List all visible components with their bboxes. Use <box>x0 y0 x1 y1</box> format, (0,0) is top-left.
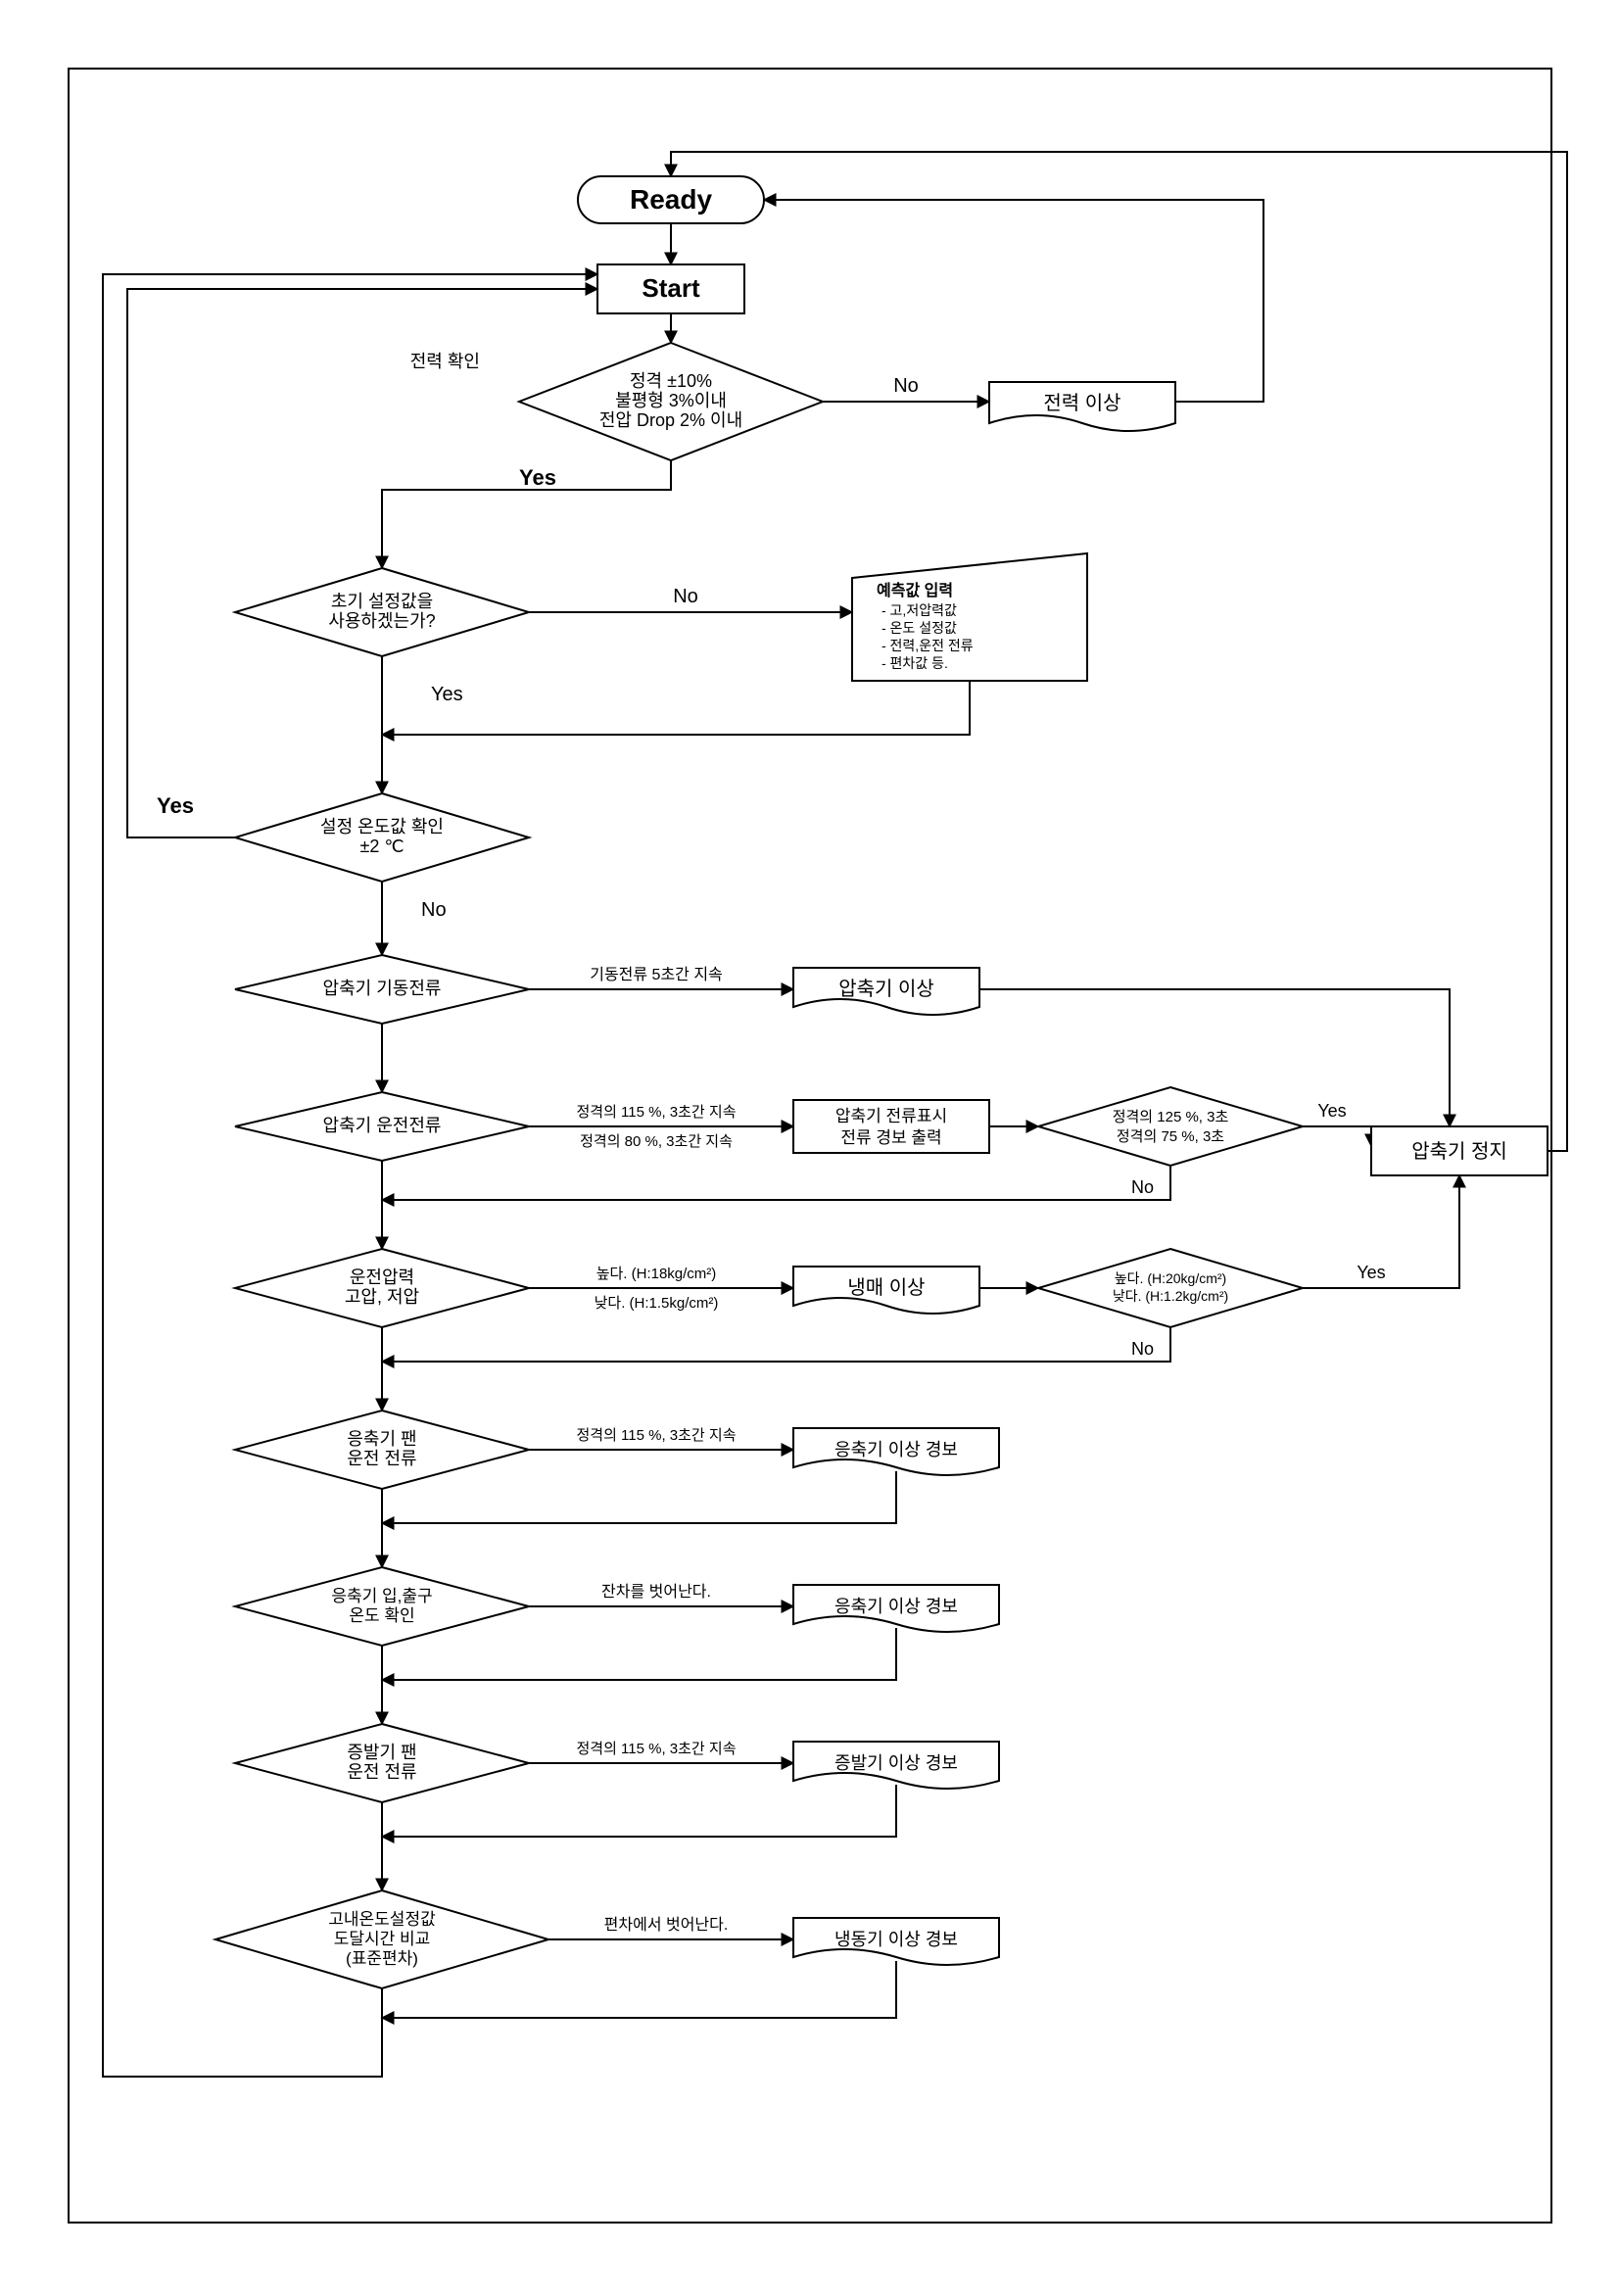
node-cond-fan: 응축기 팬 운전 전류 <box>235 1411 529 1489</box>
svg-text:응축기 이상 경보: 응축기 이상 경보 <box>834 1440 958 1459</box>
svg-text:낮다. (H:1.5kg/cm²): 낮다. (H:1.5kg/cm²) <box>595 1295 719 1312</box>
yes-label-5: Yes <box>1357 1263 1385 1282</box>
no-label-3: No <box>421 899 447 921</box>
node-evap-alarm: 증발기 이상 경보 <box>793 1742 999 1789</box>
svg-text:불평형 3%이내: 불평형 3%이내 <box>615 391 727 410</box>
svg-text:잔차를 벗어난다.: 잔차를 벗어난다. <box>601 1583 711 1601</box>
node-power-abnormal: 전력 이상 <box>989 382 1175 431</box>
svg-text:설정 온도값 확인: 설정 온도값 확인 <box>320 817 444 837</box>
svg-text:응축기 입,출구: 응축기 입,출구 <box>331 1587 432 1605</box>
svg-text:압축기 기동전류: 압축기 기동전류 <box>323 979 442 998</box>
flowchart: Ready Start 정격 ±10% 불평형 3%이내 전압 Drop 2% … <box>0 0 1620 2291</box>
node-cond-alarm1: 응축기 이상 경보 <box>793 1428 999 1475</box>
svg-text:정격의 115 %, 3초간 지속: 정격의 115 %, 3초간 지속 <box>576 1427 736 1444</box>
yes-label-3: Yes <box>157 793 194 818</box>
start-current-label: 기동전류 5초간 지속 <box>590 966 723 983</box>
node-ready: Ready <box>578 176 764 223</box>
svg-text:- 편차값 등.: - 편차값 등. <box>881 655 948 671</box>
svg-text:사용하겠는가?: 사용하겠는가? <box>328 611 435 631</box>
svg-text:전압 Drop 2% 이내: 전압 Drop 2% 이내 <box>599 410 742 430</box>
node-press2: 높다. (H:20kg/cm²) 낮다. (H:1.2kg/cm²) <box>1038 1249 1303 1327</box>
svg-text:낮다. (H:1.2kg/cm²): 낮다. (H:1.2kg/cm²) <box>1113 1288 1228 1304</box>
node-comp-stop: 압축기 정지 <box>1371 1126 1548 1175</box>
node-comp-abnormal: 압축기 이상 <box>793 968 979 1015</box>
node-ref-abnormal: 냉매 이상 <box>793 1267 979 1314</box>
svg-text:정격의 115 %, 3초간 지속: 정격의 115 %, 3초간 지속 <box>576 1104 736 1121</box>
no-label-4: No <box>1131 1177 1154 1197</box>
svg-text:정격의 75 %, 3초: 정격의 75 %, 3초 <box>1117 1128 1224 1145</box>
svg-text:압축기 정지: 압축기 정지 <box>1411 1140 1507 1163</box>
svg-text:(표준편차): (표준편차) <box>346 1949 418 1968</box>
svg-text:전류 경보 출력: 전류 경보 출력 <box>840 1128 941 1147</box>
start-label: Start <box>642 273 700 303</box>
svg-text:운전압력: 운전압력 <box>350 1268 414 1287</box>
node-oper-press: 운전압력 고압, 저압 <box>235 1249 529 1327</box>
svg-text:초기 설정값을: 초기 설정값을 <box>331 592 433 611</box>
svg-text:압축기 이상: 압축기 이상 <box>838 978 934 1000</box>
node-final: 고내온도설정값 도달시간 비교 (표준편차) <box>215 1890 548 1988</box>
svg-text:압축기 전류표시: 압축기 전류표시 <box>835 1107 947 1125</box>
svg-text:높다. (H:18kg/cm²): 높다. (H:18kg/cm²) <box>596 1266 717 1282</box>
svg-text:증발기 팬: 증발기 팬 <box>347 1743 416 1762</box>
svg-text:전력 이상: 전력 이상 <box>1043 392 1120 414</box>
node-freeze-alarm: 냉동기 이상 경보 <box>793 1918 999 1965</box>
svg-text:편차에서 벗어난다.: 편차에서 벗어난다. <box>604 1916 729 1934</box>
node-start: Start <box>597 264 744 313</box>
svg-text:정격의 115 %, 3초간 지속: 정격의 115 %, 3초간 지속 <box>576 1741 736 1757</box>
power-check-side-label: 전력 확인 <box>410 352 480 371</box>
svg-text:높다. (H:20kg/cm²): 높다. (H:20kg/cm²) <box>1115 1270 1226 1286</box>
svg-text:고압, 저압: 고압, 저압 <box>345 1287 419 1307</box>
svg-text:고내온도설정값: 고내온도설정값 <box>328 1910 436 1929</box>
svg-text:냉매 이상: 냉매 이상 <box>847 1276 925 1299</box>
node-set-temp: 설정 온도값 확인 ±2 ℃ <box>235 793 529 882</box>
svg-text:정격의 80 %, 3초간 지속: 정격의 80 %, 3초간 지속 <box>580 1133 733 1150</box>
svg-text:응축기 팬: 응축기 팬 <box>347 1429 416 1449</box>
svg-text:증발기 이상 경보: 증발기 이상 경보 <box>834 1753 958 1773</box>
svg-text:정격의 125 %, 3초: 정격의 125 %, 3초 <box>1113 1109 1229 1125</box>
node-current-display: 압축기 전류표시 전류 경보 출력 <box>793 1100 989 1153</box>
svg-text:- 온도 설정값: - 온도 설정값 <box>881 620 957 636</box>
node-evap-fan: 증발기 팬 운전 전류 <box>235 1724 529 1802</box>
yes-label-2: Yes <box>431 684 463 705</box>
yes-label-1: Yes <box>519 465 556 490</box>
svg-text:온도 확인: 온도 확인 <box>349 1606 414 1625</box>
svg-text:정격 ±10%: 정격 ±10% <box>630 371 712 391</box>
svg-text:운전 전류: 운전 전류 <box>347 1762 416 1782</box>
node-comp-run-current: 압축기 운전전류 <box>235 1092 529 1161</box>
ready-label: Ready <box>630 184 712 215</box>
no-label-5: No <box>1131 1339 1154 1359</box>
svg-text:압축기 운전전류: 압축기 운전전류 <box>323 1116 442 1135</box>
node-predict-input: 예측값 입력 - 고,저압력값 - 온도 설정값 - 전력,운전 전류 - 편차… <box>852 553 1087 681</box>
node-rated: 정격의 125 %, 3초 정격의 75 %, 3초 <box>1038 1087 1303 1166</box>
svg-text:냉동기 이상 경보: 냉동기 이상 경보 <box>834 1930 958 1949</box>
yes-label-4: Yes <box>1317 1101 1346 1121</box>
svg-text:±2 ℃: ±2 ℃ <box>359 837 404 856</box>
node-power-check: 정격 ±10% 불평형 3%이내 전압 Drop 2% 이내 <box>519 343 823 460</box>
node-initial-settings: 초기 설정값을 사용하겠는가? <box>235 568 529 656</box>
svg-text:- 전력,운전 전류: - 전력,운전 전류 <box>881 638 974 653</box>
svg-text:- 고,저압력값: - 고,저압력값 <box>881 602 957 618</box>
svg-text:도달시간 비교: 도달시간 비교 <box>334 1930 431 1948</box>
svg-text:예측값 입력: 예측값 입력 <box>877 581 953 599</box>
node-cond-alarm2: 응축기 이상 경보 <box>793 1585 999 1632</box>
svg-text:응축기 이상 경보: 응축기 이상 경보 <box>834 1597 958 1616</box>
svg-text:운전 전류: 운전 전류 <box>347 1449 416 1468</box>
node-comp-start-current: 압축기 기동전류 <box>235 955 529 1024</box>
node-cond-io: 응축기 입,출구 온도 확인 <box>235 1567 529 1646</box>
no-label-1: No <box>893 375 919 397</box>
no-label-2: No <box>673 586 698 607</box>
